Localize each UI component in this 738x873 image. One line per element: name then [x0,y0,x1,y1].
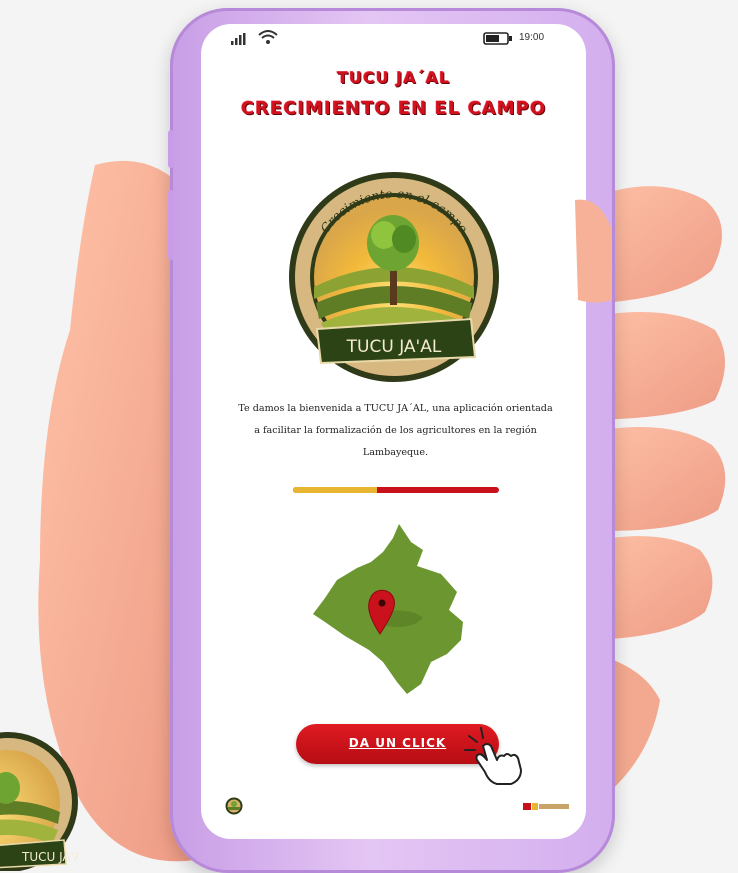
thumb-overlay [575,199,612,303]
corner-logo-banner-text: TUCU JA'AL [21,850,78,864]
corner-logo: TUCU JA'AL [0,732,78,871]
